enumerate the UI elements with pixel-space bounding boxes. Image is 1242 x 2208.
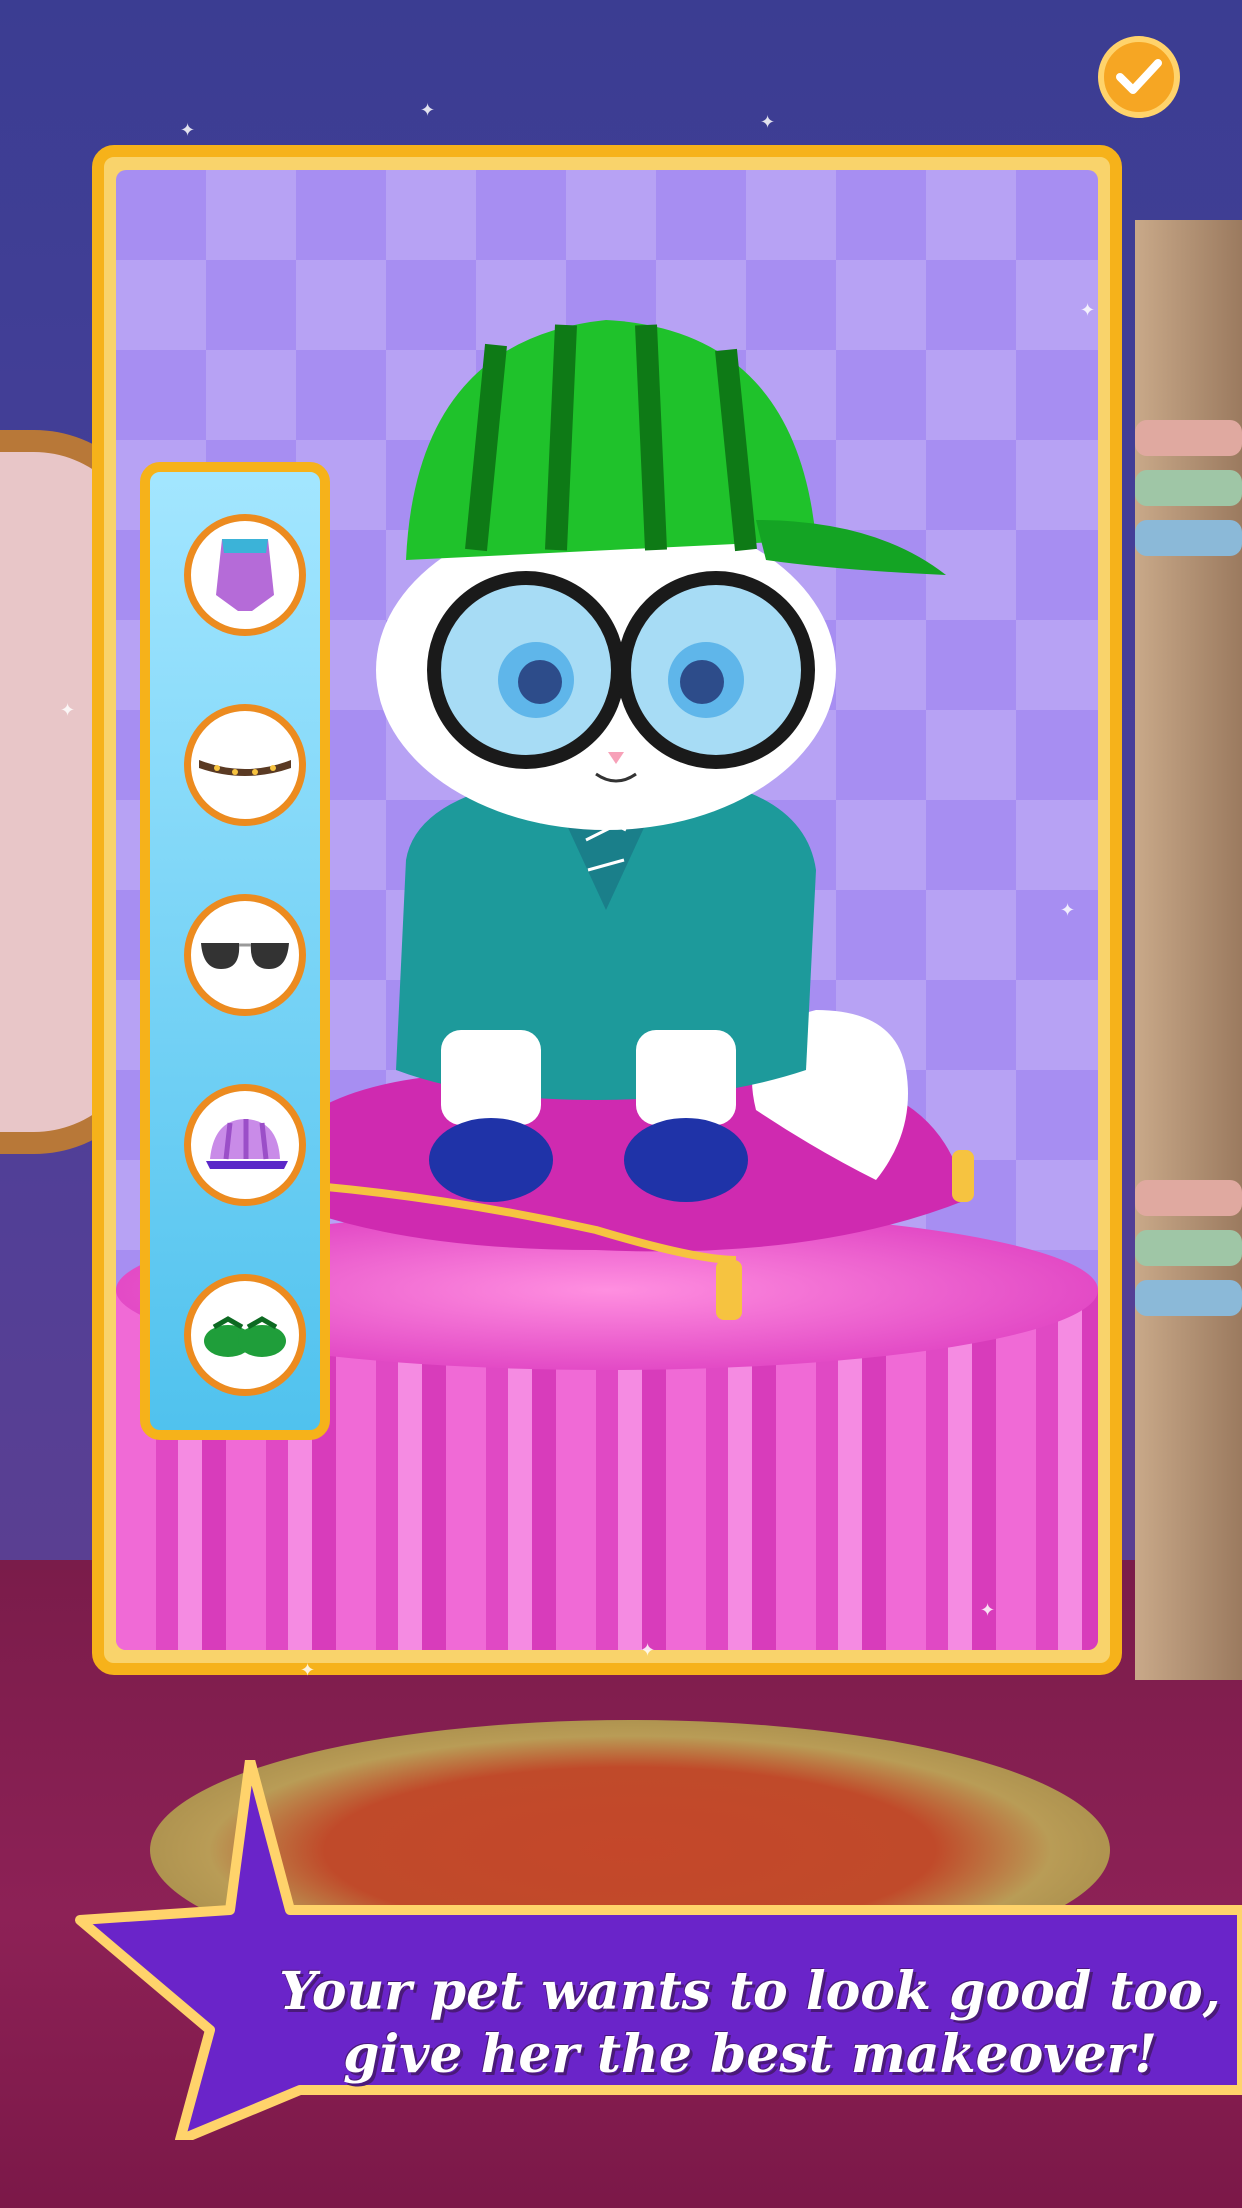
caption-line-2: give her the best makeover! <box>343 2024 1157 2086</box>
cap-brim <box>756 520 946 575</box>
sparkle: ✦ <box>60 700 76 721</box>
sunglasses-icon <box>201 943 289 969</box>
cat-pupil <box>518 660 562 704</box>
glasses-bridge <box>611 662 631 672</box>
game-scene: ✦ ✦ ✦ ✦ ✦ ✦ ✦ ✦ ✦ Your pet wants to look… <box>0 0 1242 2208</box>
wardrobe-item-sunglasses[interactable] <box>184 894 306 1016</box>
collar-icon <box>199 760 291 776</box>
wardrobe-sidebar <box>140 462 330 1440</box>
folded-clothes <box>1135 1180 1242 1216</box>
wardrobe-item-shoes[interactable] <box>184 1274 306 1396</box>
cat-front-leg <box>441 1030 541 1125</box>
cushion-tassel <box>952 1150 974 1202</box>
sparkle: ✦ <box>180 120 196 141</box>
sparkle: ✦ <box>300 1660 316 1681</box>
sparkle: ✦ <box>1080 300 1096 321</box>
folded-clothes <box>1135 1280 1242 1316</box>
folded-clothes <box>1135 520 1242 556</box>
promo-caption: Your pet wants to look good too, give he… <box>260 1960 1240 2087</box>
shirt-icon <box>216 539 274 611</box>
checkmark-icon <box>1116 59 1162 94</box>
caption-line-1: Your pet wants to look good too, <box>279 1961 1221 2022</box>
shoes-icon <box>204 1316 286 1357</box>
sparkle: ✦ <box>760 112 776 133</box>
cat-pupil <box>680 660 724 704</box>
sparkle: ✦ <box>980 1600 996 1621</box>
blue-slipper <box>624 1118 748 1202</box>
blue-slipper <box>429 1118 553 1202</box>
wardrobe-item-outfit[interactable] <box>184 514 306 636</box>
done-button[interactable] <box>1098 36 1180 118</box>
folded-clothes <box>1135 470 1242 506</box>
folded-clothes <box>1135 420 1242 456</box>
wardrobe-item-hat[interactable] <box>184 1084 306 1206</box>
cushion-tassel <box>716 1260 742 1320</box>
folded-clothes <box>1135 1230 1242 1266</box>
wardrobe-item-collar[interactable] <box>184 704 306 826</box>
sparkle: ✦ <box>420 100 436 121</box>
sparkle: ✦ <box>1060 900 1076 921</box>
cat-front-leg <box>636 1030 736 1125</box>
cap-icon <box>206 1119 288 1169</box>
sparkle: ✦ <box>640 1640 656 1661</box>
